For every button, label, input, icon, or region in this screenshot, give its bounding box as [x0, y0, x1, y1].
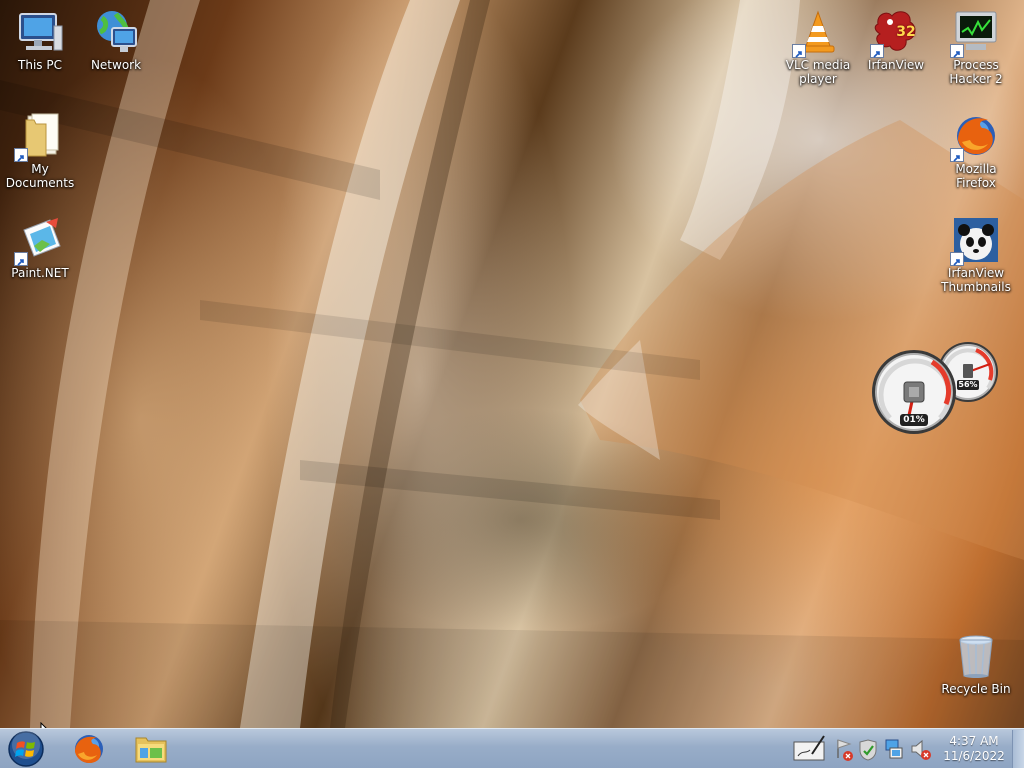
- irfanview-badge: 32: [896, 24, 916, 40]
- documents-folder-icon: [14, 112, 64, 162]
- shortcut-arrow-icon: [950, 44, 964, 58]
- clock-date: 11/6/2022: [943, 749, 1005, 763]
- start-button[interactable]: [6, 730, 46, 768]
- cpu-meter-gadget[interactable]: 01% 56%: [872, 340, 1002, 440]
- shortcut-arrow-icon: [950, 148, 964, 162]
- desktop-icon-process-hacker[interactable]: Process Hacker 2: [936, 8, 1016, 86]
- firefox-icon: [75, 735, 103, 764]
- desktop-icon-this-pc[interactable]: This PC: [0, 8, 80, 72]
- recycle-bin-icon: [952, 632, 1000, 680]
- desktop-icon-firefox[interactable]: Mozilla Firefox: [936, 112, 1016, 190]
- desktop-icon-my-documents[interactable]: My Documents: [0, 112, 80, 190]
- volume-muted-icon[interactable]: [911, 739, 931, 760]
- taskbar-firefox-button[interactable]: [62, 730, 116, 768]
- cpu-percent-label: 01%: [903, 415, 925, 425]
- show-desktop-button[interactable]: [1012, 730, 1024, 768]
- taskbar-clock[interactable]: 4:37 AM 11/6/2022: [936, 734, 1012, 764]
- process-hacker-icon: [950, 8, 1000, 58]
- action-center-icon[interactable]: [837, 739, 853, 761]
- desktop-icon-network[interactable]: Network: [76, 8, 156, 72]
- desktop-wallpaper[interactable]: [0, 0, 1024, 728]
- desktop-icon-label: My Documents: [5, 162, 75, 190]
- shortcut-arrow-icon: [870, 44, 884, 58]
- shortcut-arrow-icon: [792, 44, 806, 58]
- desktop-icon-label: Recycle Bin: [941, 682, 1011, 696]
- desktop-icon-label: This PC: [18, 58, 62, 72]
- clock-time: 4:37 AM: [949, 734, 999, 748]
- desktop-icon-recycle-bin[interactable]: Recycle Bin: [936, 632, 1016, 696]
- network-icon[interactable]: [885, 739, 903, 759]
- desktop-icon-vlc[interactable]: VLC media player: [778, 8, 858, 86]
- gauge-icon: [872, 342, 998, 434]
- panda-icon: [950, 216, 1000, 266]
- desktop-icon-label: Network: [90, 58, 142, 72]
- file-explorer-icon: [135, 737, 167, 763]
- desktop-icon-irfanview-thumbnails[interactable]: IrfanView Thumbnails: [936, 216, 1016, 294]
- shortcut-arrow-icon: [14, 148, 28, 162]
- taskbar-file-explorer-button[interactable]: [124, 730, 178, 768]
- pen-tablet-icon[interactable]: [793, 735, 825, 761]
- wallpaper-art: [0, 0, 1024, 728]
- computer-icon: [16, 8, 64, 56]
- vlc-cone-icon: [792, 8, 842, 58]
- security-shield-icon[interactable]: [859, 739, 877, 761]
- windows-logo-icon: [8, 731, 44, 767]
- desktop-icon-label: Paint.NET: [11, 266, 69, 280]
- memory-percent-label: 56%: [958, 380, 978, 389]
- firefox-icon: [950, 112, 1000, 162]
- desktop-icon-paint-net[interactable]: Paint.NET: [0, 216, 80, 280]
- desktop-icon-irfanview[interactable]: 32 IrfanView: [856, 8, 936, 72]
- desktop-icon-label: VLC media player: [785, 58, 851, 86]
- shortcut-arrow-icon: [950, 252, 964, 266]
- desktop-icon-label: IrfanView: [867, 58, 925, 72]
- desktop-icon-label: IrfanView Thumbnails: [941, 266, 1011, 294]
- desktop-icon-label: Mozilla Firefox: [955, 162, 997, 190]
- paint-net-icon: [14, 216, 64, 266]
- shortcut-arrow-icon: [14, 252, 28, 266]
- network-globe-icon: [92, 8, 140, 56]
- irfanview-icon: 32: [870, 8, 920, 58]
- desktop-icon-label: Process Hacker 2: [949, 58, 1003, 86]
